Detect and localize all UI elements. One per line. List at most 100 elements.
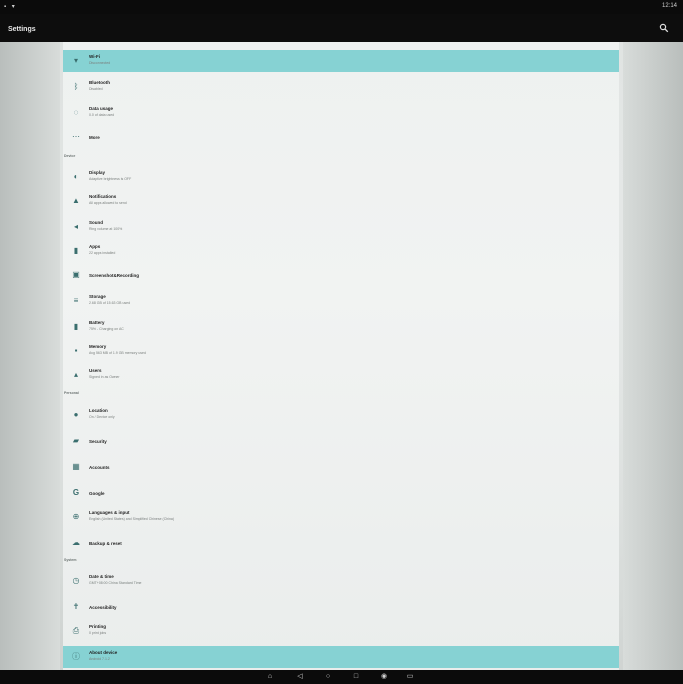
setting-title: Location — [89, 408, 108, 413]
setting-item-security[interactable]: ▰ Security — [63, 430, 619, 452]
setting-item-about[interactable]: ⓘ About device Android 7.1.2 — [63, 646, 619, 668]
setting-subtitle: Disconnected — [89, 61, 111, 65]
left-shade — [0, 42, 60, 670]
setting-title: More — [89, 135, 100, 140]
print-icon: ⎙ — [72, 626, 80, 635]
setting-subtitle: English (United States) and Simplified C… — [89, 517, 175, 521]
setting-item-bluetooth[interactable]: ᛒ Bluetooth Disabled — [63, 76, 619, 98]
setting-item-accounts[interactable]: ▦ Accounts — [63, 456, 619, 478]
setting-item-data-usage[interactable]: ◌ Data usage 0.0 of data used — [63, 102, 619, 124]
search-icon[interactable] — [659, 23, 669, 33]
navigation-bar: ⌂ ◁ ○ □ ◉ ▭ — [0, 670, 683, 684]
data-usage-icon: ◌ — [73, 108, 79, 117]
setting-item-sound[interactable]: ◂ Sound Ring volume at 100% — [63, 216, 619, 238]
setting-title: Backup & reset — [89, 541, 122, 546]
setting-item-display[interactable]: ◐ Display Adaptive brightness is OFF — [63, 166, 619, 188]
setting-title: Bluetooth — [89, 80, 110, 85]
setting-item-battery[interactable]: ▮ Battery 75% - Charging on AC — [63, 316, 619, 338]
setting-subtitle: Adaptive brightness is OFF — [89, 177, 132, 181]
location-icon: ● — [73, 410, 79, 419]
setting-title: Storage — [89, 294, 106, 299]
setting-subtitle: All apps allowed to send — [89, 201, 127, 205]
setting-title: Battery — [89, 320, 105, 325]
setting-item-location[interactable]: ● Location On / Device only — [63, 404, 619, 426]
setting-subtitle: 22 apps installed — [89, 251, 116, 255]
google-icon: G — [72, 488, 80, 497]
right-shade — [623, 42, 683, 670]
recents-icon[interactable]: □ — [352, 673, 360, 681]
setting-item-storage[interactable]: ≡ Storage 2.68 GB of 15.63 GB used — [63, 290, 619, 312]
setting-title: Accessibility — [89, 605, 117, 610]
setting-title: Users — [89, 368, 102, 373]
setting-subtitle: On / Device only — [89, 415, 115, 419]
setting-title: Date & time — [89, 574, 114, 579]
setting-item-wifi[interactable]: ▾ Wi-Fi Disconnected — [63, 50, 619, 72]
setting-subtitle: Android 7.1.2 — [89, 657, 110, 661]
keyboard-icon[interactable]: ▭ — [406, 673, 414, 681]
language-icon: ⊕ — [72, 512, 80, 521]
setting-title: Memory — [89, 344, 107, 349]
setting-item-printing[interactable]: ⎙ Printing 0 print jobs — [63, 620, 619, 642]
section-device: Device — [64, 154, 76, 158]
setting-subtitle: GMT+08:00 China Standard Time — [89, 581, 142, 585]
setting-subtitle: 75% - Charging on AC — [89, 327, 124, 331]
page-title: Settings — [8, 26, 36, 33]
setting-item-google[interactable]: G Google — [63, 482, 619, 504]
setting-subtitle: Disabled — [89, 87, 103, 91]
back-icon[interactable]: ◁ — [296, 673, 304, 681]
circle-icon[interactable]: ○ — [324, 673, 332, 681]
apps-icon: ▮ — [73, 246, 79, 255]
backup-icon: ☁ — [72, 538, 80, 547]
setting-subtitle: Avg 563 MB of 1.9 GB memory used — [89, 351, 146, 355]
screenshot-icon: ▣ — [72, 270, 80, 279]
info-icon: ⓘ — [72, 652, 80, 661]
display-icon: ◐ — [73, 172, 79, 181]
setting-item-apps[interactable]: ▮ Apps 22 apps installed — [63, 240, 619, 262]
setting-title: Languages & input — [89, 510, 130, 515]
battery-icon: ▮ — [73, 322, 79, 331]
setting-item-users[interactable]: ▴ Users Signed in as Owner — [63, 364, 619, 386]
setting-title: Wi-Fi — [89, 54, 100, 59]
status-time: 12:14 — [661, 3, 677, 9]
setting-title: Apps — [89, 244, 101, 249]
setting-item-memory[interactable]: ▪ Memory Avg 563 MB of 1.9 GB memory use… — [63, 340, 619, 362]
setting-subtitle: 0.0 of data used — [89, 113, 115, 117]
setting-title: Notifications — [89, 194, 117, 199]
settings-screen: ▾ Wi-Fi Disconnected ᛒ Bluetooth Disable… — [0, 42, 683, 670]
more-icon: ⋯ — [72, 132, 80, 141]
clock-icon: ◷ — [72, 576, 80, 585]
setting-subtitle: 0 print jobs — [89, 631, 107, 635]
bluetooth-icon: ᛒ — [73, 82, 79, 91]
setting-item-accessibility[interactable]: ✝ Accessibility — [63, 596, 619, 618]
volume-icon: ◂ — [73, 222, 78, 231]
setting-title: Data usage — [89, 106, 114, 111]
camera-icon[interactable]: ◉ — [380, 673, 388, 681]
user-icon: ▴ — [73, 370, 78, 379]
storage-icon: ≡ — [73, 296, 79, 305]
setting-title: Display — [89, 170, 106, 175]
setting-item-languages[interactable]: ⊕ Languages & input English (United Stat… — [63, 506, 619, 528]
lock-icon: ▰ — [72, 436, 80, 445]
setting-title: Security — [89, 439, 107, 444]
section-system: System — [64, 558, 77, 562]
setting-title: Screenshot&Recording — [89, 273, 140, 278]
setting-title: Google — [89, 491, 105, 496]
setting-item-backup[interactable]: ☁ Backup & reset — [63, 532, 619, 554]
setting-subtitle: Ring volume at 100% — [89, 227, 123, 231]
setting-item-datetime[interactable]: ◷ Date & time GMT+08:00 China Standard T… — [63, 570, 619, 592]
status-icons: ▪ ▾ — [4, 4, 17, 10]
accounts-icon: ▦ — [72, 462, 80, 471]
status-bar: ▪ ▾ 12:14 — [0, 0, 683, 14]
setting-title: About device — [89, 650, 118, 655]
setting-title: Printing — [89, 624, 106, 629]
section-personal: Personal — [64, 391, 79, 395]
setting-item-screenshot[interactable]: ▣ Screenshot&Recording — [63, 264, 619, 286]
memory-icon: ▪ — [74, 346, 78, 355]
home-icon[interactable]: ⌂ — [266, 673, 274, 681]
setting-subtitle: 2.68 GB of 15.63 GB used — [89, 301, 131, 305]
setting-title: Accounts — [89, 465, 110, 470]
wifi-icon: ▾ — [73, 56, 78, 65]
setting-item-notifications[interactable]: ▲ Notifications All apps allowed to send — [63, 190, 619, 212]
setting-item-more[interactable]: ⋯ More — [63, 126, 619, 148]
app-toolbar: Settings — [0, 14, 683, 42]
